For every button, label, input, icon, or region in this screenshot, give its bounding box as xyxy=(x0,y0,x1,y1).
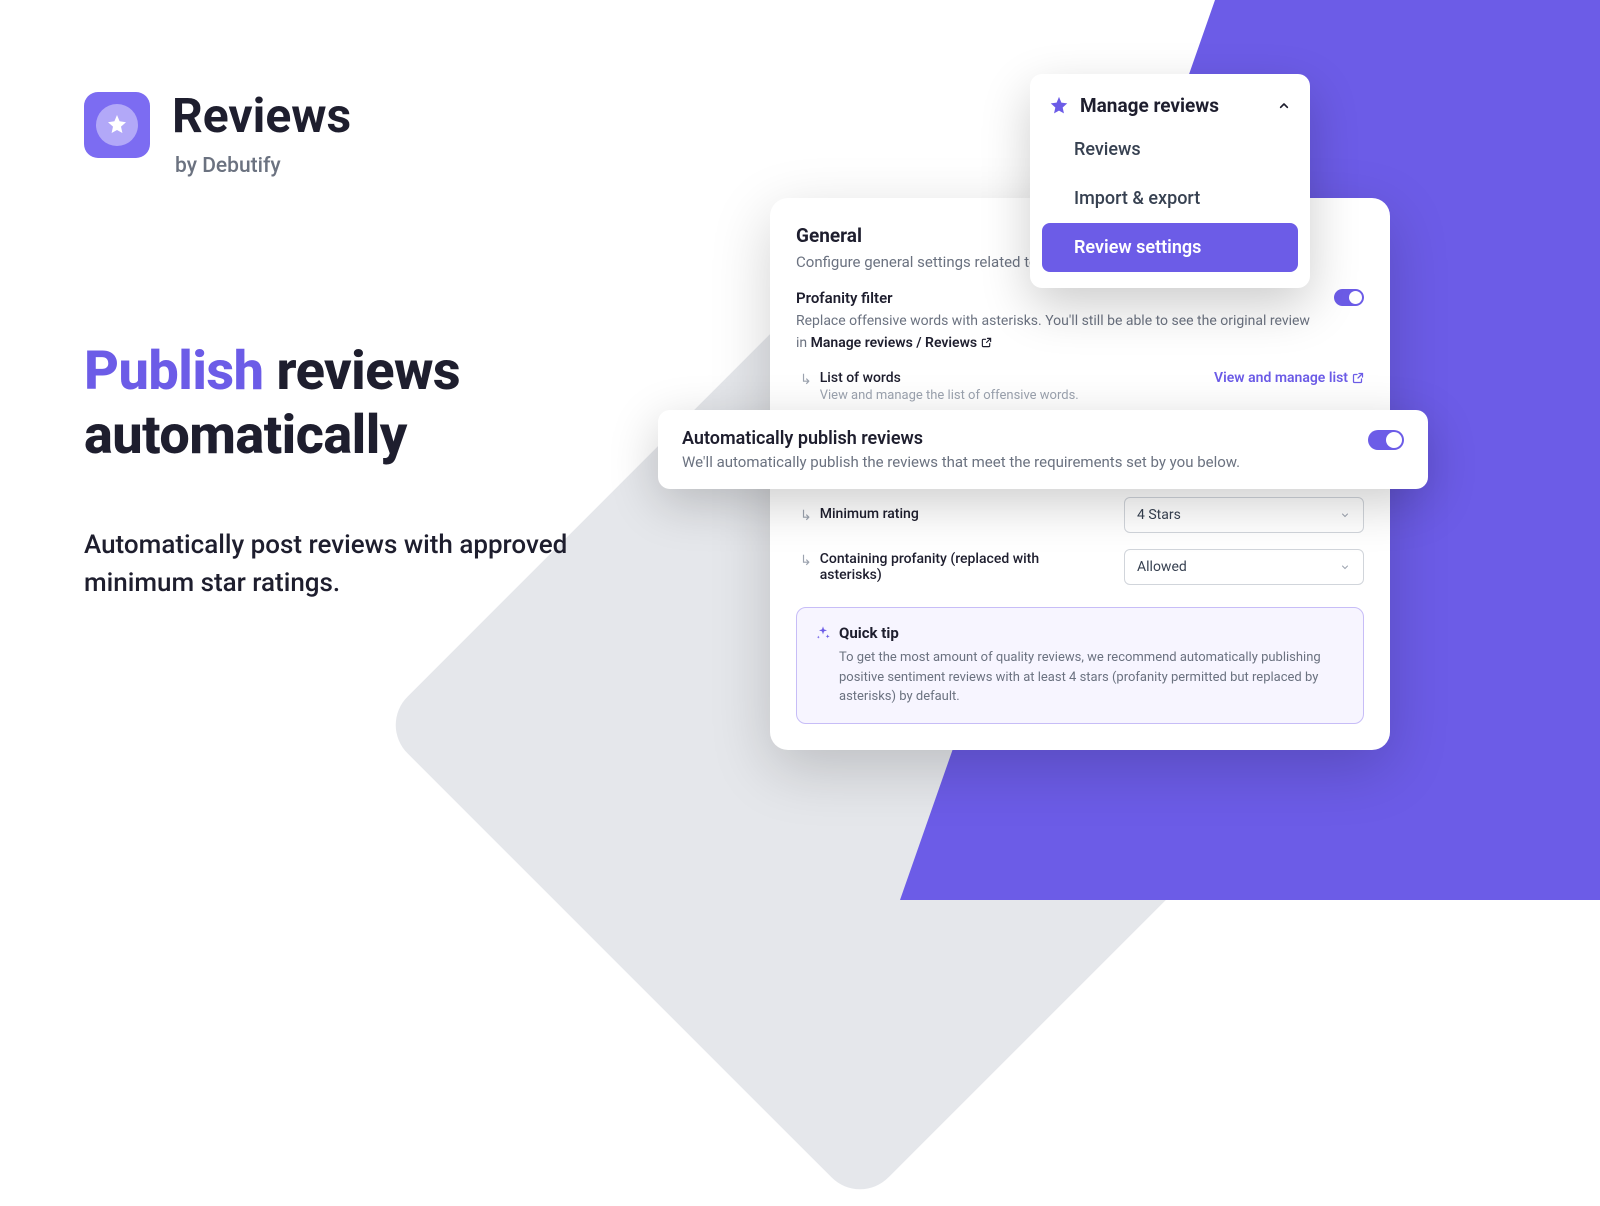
min-rating-label: Minimum rating xyxy=(820,506,919,522)
quick-tip: Quick tip To get the most amount of qual… xyxy=(796,607,1364,724)
auto-publish-desc: We'll automatically publish the reviews … xyxy=(682,453,1240,471)
auto-publish-title: Automatically publish reviews xyxy=(682,428,1240,449)
profanity-desc: Replace offensive words with asterisks. … xyxy=(796,311,1322,354)
tip-title: Quick tip xyxy=(839,624,899,642)
menu-item-reviews[interactable]: Reviews xyxy=(1042,125,1298,174)
profanity-label: Profanity filter xyxy=(796,289,1322,307)
sparkle-icon xyxy=(815,625,831,641)
profanity-toggle[interactable] xyxy=(1334,289,1364,306)
min-rating-row: ↳ Minimum rating 4 Stars xyxy=(796,497,1364,533)
hero-rest-2: automatically xyxy=(84,404,407,467)
menu-panel: Manage reviews Reviews Import & export R… xyxy=(1030,74,1310,288)
auto-publish-panel: Automatically publish reviews We'll auto… xyxy=(658,410,1428,489)
hero-headline: Publish reviews automatically xyxy=(84,340,604,467)
menu-header[interactable]: Manage reviews xyxy=(1042,90,1298,125)
words-manage-link[interactable]: View and manage list xyxy=(1214,370,1364,386)
words-title: List of words xyxy=(820,370,1206,386)
auto-publish-toggle[interactable] xyxy=(1368,430,1404,450)
external-link-icon xyxy=(1352,372,1364,384)
sub-arrow-icon: ↳ xyxy=(800,372,812,388)
logo-icon xyxy=(84,92,150,158)
hero-subtitle: Automatically post reviews with approved… xyxy=(84,527,604,602)
external-link-icon xyxy=(981,337,992,348)
menu-title: Manage reviews xyxy=(1080,94,1219,117)
star-icon xyxy=(96,104,138,146)
containing-label: Containing profanity (replaced with aste… xyxy=(820,551,1080,583)
chevron-down-icon xyxy=(1339,561,1351,573)
chevron-down-icon xyxy=(1339,509,1351,521)
manage-reviews-link[interactable]: Manage reviews / Reviews xyxy=(811,335,992,351)
sub-arrow-icon: ↳ xyxy=(800,508,812,524)
logo-subtitle: by Debutify xyxy=(175,154,351,178)
menu-item-import-export[interactable]: Import & export xyxy=(1042,174,1298,223)
logo-block: Reviews by Debutify xyxy=(84,92,351,178)
min-rating-select[interactable]: 4 Stars xyxy=(1124,497,1364,533)
words-desc: View and manage the list of offensive wo… xyxy=(820,388,1206,403)
sub-arrow-icon: ↳ xyxy=(800,553,812,569)
containing-select[interactable]: Allowed xyxy=(1124,549,1364,585)
tip-body: To get the most amount of quality review… xyxy=(839,648,1345,707)
star-icon xyxy=(1048,95,1070,117)
chevron-up-icon xyxy=(1276,98,1292,114)
menu-item-review-settings[interactable]: Review settings xyxy=(1042,223,1298,272)
containing-row: ↳ Containing profanity (replaced with as… xyxy=(796,549,1364,585)
logo-title: Reviews xyxy=(172,92,351,140)
hero-accent: Publish xyxy=(84,340,264,403)
hero: Publish reviews automatically Automatica… xyxy=(84,340,604,603)
hero-rest-1: reviews xyxy=(276,340,460,403)
